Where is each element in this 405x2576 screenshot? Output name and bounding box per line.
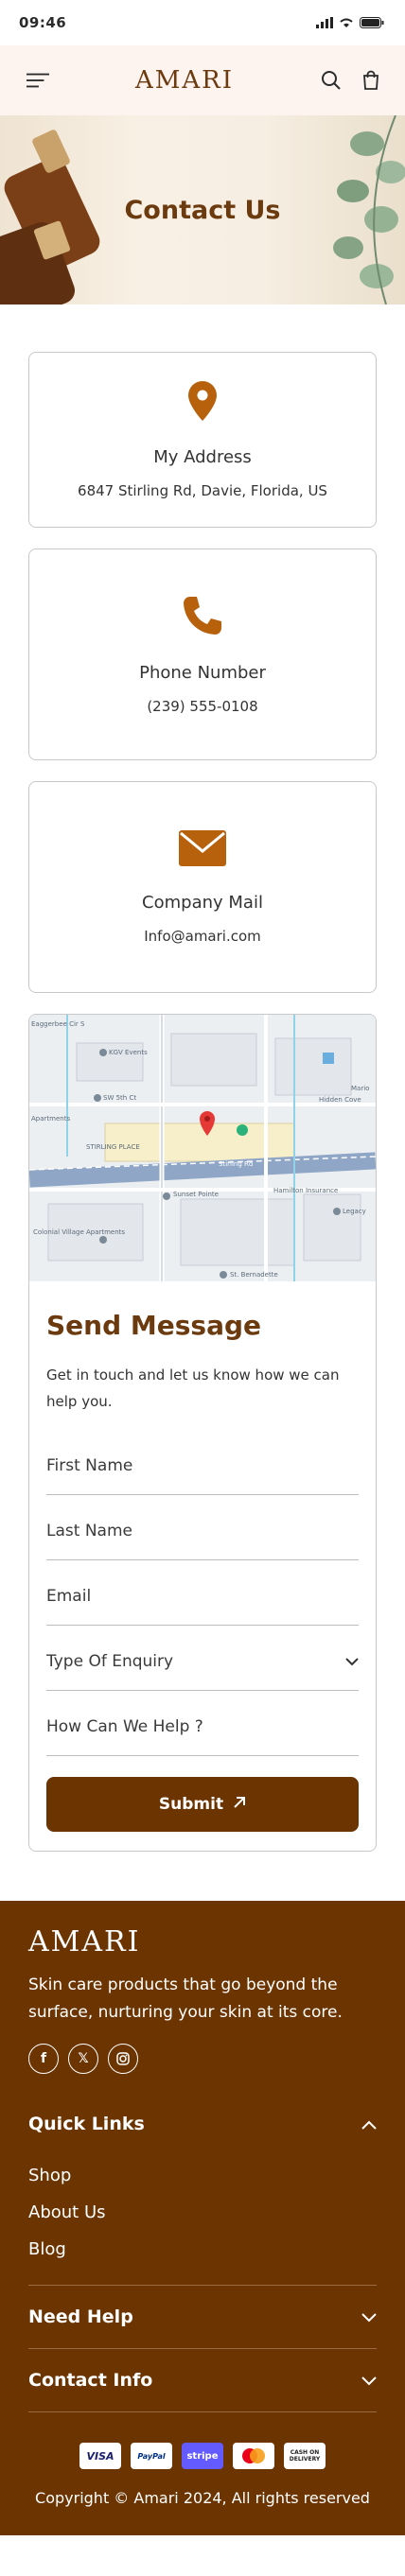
phone-icon	[182, 595, 223, 640]
divider	[28, 2411, 377, 2412]
map-label: Sunset Pointe	[173, 1191, 219, 1198]
quick-link-blog[interactable]: Blog	[28, 2231, 377, 2268]
skincare-bottles-image	[0, 130, 100, 305]
wifi-icon	[340, 18, 353, 27]
chevron-up-icon	[361, 2114, 377, 2134]
mail-title: Company Mail	[142, 892, 263, 913]
address-value: 6847 Stirling Rd, Davie, Florida, US	[78, 481, 327, 499]
visa-icon: VISA	[79, 2443, 121, 2469]
paypal-icon: PayPal	[131, 2443, 172, 2469]
message-form-card: KGV Events SW 5th Ct Mario Hidden Cove E…	[28, 1014, 377, 1852]
x-twitter-icon[interactable]: 𝕏	[68, 2044, 98, 2074]
first-name-field[interactable]: First Name	[46, 1430, 359, 1495]
message-form: Send Message Get in touch and let us kno…	[29, 1281, 376, 1851]
mail-icon	[179, 829, 226, 870]
page-title: Contact Us	[124, 195, 281, 225]
mail-value[interactable]: Info@amari.com	[144, 928, 261, 945]
battery-icon	[360, 17, 384, 28]
last-name-field[interactable]: Last Name	[46, 1495, 359, 1560]
message-placeholder: How Can We Help ?	[46, 1717, 203, 1736]
map-graphic: KGV Events SW 5th Ct Mario Hidden Cove E…	[29, 1015, 376, 1281]
menu-icon[interactable]	[26, 69, 49, 92]
copyright-text: Copyright © Amari 2024, All rights reser…	[35, 2489, 370, 2507]
cart-icon[interactable]	[360, 69, 382, 92]
cash-on-delivery-icon: CASH ON DELIVERY	[284, 2443, 326, 2469]
enquiry-type-select[interactable]: Type Of Enquiry	[46, 1626, 359, 1691]
last-name-placeholder: Last Name	[46, 1522, 132, 1540]
arrow-up-right-icon	[233, 1795, 246, 1814]
form-subtitle: Get in touch and let us know how we can …	[46, 1366, 340, 1410]
footer-logo[interactable]: AMARI	[28, 1925, 377, 1958]
address-title: My Address	[153, 446, 252, 467]
map-label: Legacy	[343, 1208, 366, 1215]
map-label: KGV Events	[109, 1049, 148, 1056]
email-placeholder: Email	[46, 1587, 92, 1606]
need-help-toggle[interactable]: Need Help	[28, 2286, 377, 2348]
contact-info-cards: My Address 6847 Stirling Rd, Davie, Flor…	[0, 305, 405, 993]
signal-icon	[316, 17, 333, 28]
instagram-icon[interactable]	[108, 2044, 138, 2074]
quick-links-list: Shop About Us Blog	[28, 2140, 377, 2285]
phone-value[interactable]: (239) 555-0108	[147, 698, 257, 715]
submit-label: Submit	[158, 1795, 224, 1814]
chevron-down-icon	[361, 2370, 377, 2391]
eucalyptus-leaves-image	[333, 115, 405, 305]
phone-card: Phone Number (239) 555-0108	[28, 548, 377, 760]
enquiry-placeholder: Type Of Enquiry	[46, 1652, 174, 1671]
search-icon[interactable]	[320, 69, 343, 92]
mail-card: Company Mail Info@amari.com	[28, 781, 377, 993]
map-label: St. Bernadette	[230, 1271, 278, 1279]
hero-banner: Contact Us	[0, 115, 405, 305]
submit-button[interactable]: Submit	[46, 1777, 359, 1832]
header-actions	[320, 69, 382, 92]
quick-links-title: Quick Links	[28, 2114, 145, 2134]
app-header: AMARI	[0, 45, 405, 115]
map-label: Colonial Village Apartments	[33, 1228, 125, 1236]
quick-links-toggle[interactable]: Quick Links	[28, 2108, 377, 2140]
location-map[interactable]: KGV Events SW 5th Ct Mario Hidden Cove E…	[29, 1015, 376, 1281]
map-label: Eaggerbee Cir S	[31, 1020, 85, 1028]
phone-title: Phone Number	[139, 662, 266, 683]
quick-link-about-us[interactable]: About Us	[28, 2194, 377, 2231]
map-label: Hidden Cove	[319, 1096, 361, 1104]
need-help-title: Need Help	[28, 2306, 133, 2327]
payment-methods: VISA PayPal stripe CASH ON DELIVERY	[28, 2443, 377, 2469]
social-links: f 𝕏	[28, 2044, 377, 2074]
map-label: Mario	[351, 1085, 369, 1092]
chevron-down-icon	[361, 2306, 377, 2327]
map-label: Hamilton Insurance	[273, 1187, 338, 1194]
message-field[interactable]: How Can We Help ?	[46, 1691, 359, 1756]
first-name-placeholder: First Name	[46, 1456, 133, 1475]
email-field[interactable]: Email	[46, 1560, 359, 1626]
map-label: SW 5th Ct	[103, 1094, 136, 1102]
site-footer: AMARI Skin care products that go beyond …	[0, 1901, 405, 2535]
footer-tagline: Skin care products that go beyond the su…	[28, 1976, 343, 2022]
facebook-icon[interactable]: f	[28, 2044, 59, 2074]
stripe-icon: stripe	[182, 2443, 223, 2469]
brand-logo[interactable]: AMARI	[135, 66, 234, 95]
address-card: My Address 6847 Stirling Rd, Davie, Flor…	[28, 352, 377, 528]
status-icons	[316, 17, 384, 28]
quick-link-shop[interactable]: Shop	[28, 2157, 377, 2194]
status-time: 09:46	[19, 14, 67, 31]
contact-info-title: Contact Info	[28, 2370, 153, 2391]
chevron-down-icon	[345, 1652, 359, 1671]
status-bar: 09:46	[0, 0, 405, 45]
map-label: STIRLING PLACE	[86, 1143, 140, 1151]
contact-info-toggle[interactable]: Contact Info	[28, 2349, 377, 2411]
map-label: Apartments	[31, 1115, 70, 1123]
location-pin-icon	[188, 380, 217, 425]
mastercard-icon	[233, 2443, 274, 2469]
map-label: Stirling Rd	[219, 1160, 253, 1168]
form-title: Send Message	[46, 1310, 261, 1341]
